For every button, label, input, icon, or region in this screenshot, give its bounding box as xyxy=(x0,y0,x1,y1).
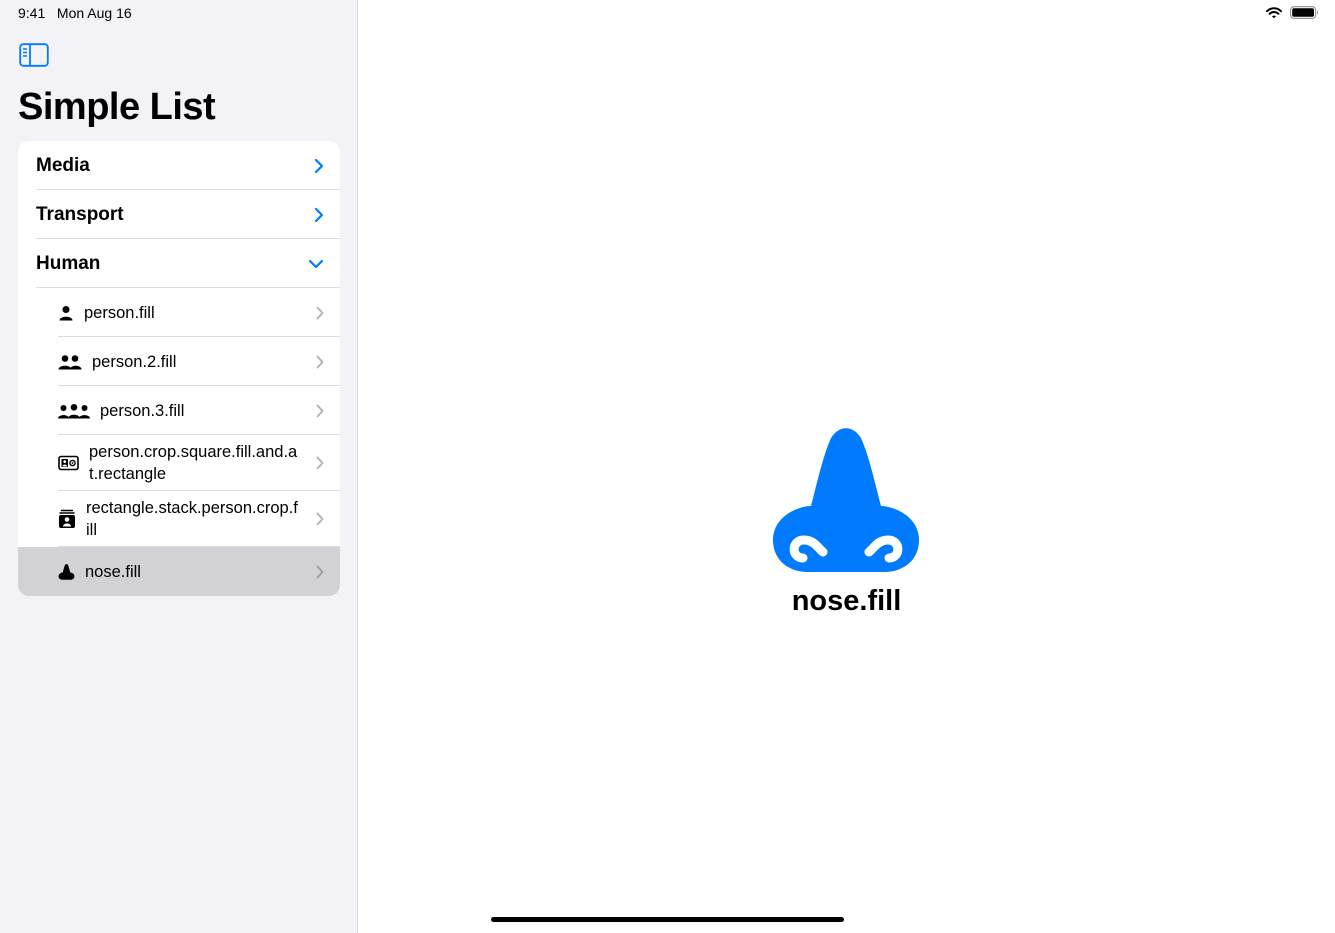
sidebar-list: Media Transport Human person.fill person… xyxy=(18,141,340,596)
person-3-fill-icon xyxy=(58,403,90,419)
detail-pane: nose.fill xyxy=(358,0,1335,933)
section-label: Transport xyxy=(36,203,124,225)
status-time-date: 9:41 Mon Aug 16 xyxy=(18,5,132,21)
chevron-right-icon xyxy=(316,565,324,578)
list-item-label: person.fill xyxy=(84,303,155,322)
sidebar: 9:41 Mon Aug 16 Simple List Media Transp… xyxy=(0,0,358,933)
list-item-label: rectangle.stack.person.crop.fill xyxy=(86,499,298,539)
status-indicators xyxy=(1266,6,1319,19)
list-item-label: person.crop.square.fill.and.at.rectangle xyxy=(89,443,298,483)
chevron-right-icon xyxy=(316,512,324,526)
list-item-label: person.3.fill xyxy=(100,401,185,420)
list-item-rectangle-stack-person[interactable]: rectangle.stack.person.crop.fill xyxy=(18,491,340,547)
battery-icon xyxy=(1290,6,1318,19)
list-item-person-fill[interactable]: person.fill xyxy=(18,288,340,337)
status-time: 9:41 xyxy=(18,5,46,21)
status-date: Mon Aug 16 xyxy=(56,5,132,21)
nose-fill-icon xyxy=(773,428,919,572)
chevron-right-icon xyxy=(316,355,324,368)
chevron-right-icon xyxy=(316,306,324,319)
chevron-right-icon xyxy=(314,207,324,222)
section-label: Human xyxy=(36,252,101,274)
list-item-label: nose.fill xyxy=(85,562,141,581)
person-2-fill-icon xyxy=(58,354,82,370)
section-media[interactable]: Media xyxy=(18,141,340,190)
chevron-right-icon xyxy=(314,158,324,173)
chevron-right-icon xyxy=(316,404,324,417)
list-item-person-2-fill[interactable]: person.2.fill xyxy=(18,337,340,386)
list-item-person-3-fill[interactable]: person.3.fill xyxy=(18,386,340,435)
section-label: Media xyxy=(36,154,90,176)
sidebar-toggle-icon[interactable] xyxy=(19,43,49,67)
wifi-icon xyxy=(1266,6,1282,18)
chevron-down-icon xyxy=(308,259,324,268)
contact-card-icon xyxy=(58,455,79,471)
rectangle-stack-person-icon xyxy=(58,509,76,529)
home-indicator[interactable] xyxy=(491,917,844,922)
nose-fill-icon xyxy=(58,563,75,580)
list-item-person-crop-square[interactable]: person.crop.square.fill.and.at.rectangle xyxy=(18,435,340,491)
chevron-right-icon xyxy=(316,456,324,470)
list-item-nose-fill[interactable]: nose.fill xyxy=(18,547,340,596)
page-title: Simple List xyxy=(18,86,216,128)
section-human[interactable]: Human xyxy=(18,239,340,288)
detail-caption: nose.fill xyxy=(791,585,902,617)
person-fill-icon xyxy=(58,305,74,321)
list-item-label: person.2.fill xyxy=(92,352,177,371)
section-transport[interactable]: Transport xyxy=(18,190,340,239)
